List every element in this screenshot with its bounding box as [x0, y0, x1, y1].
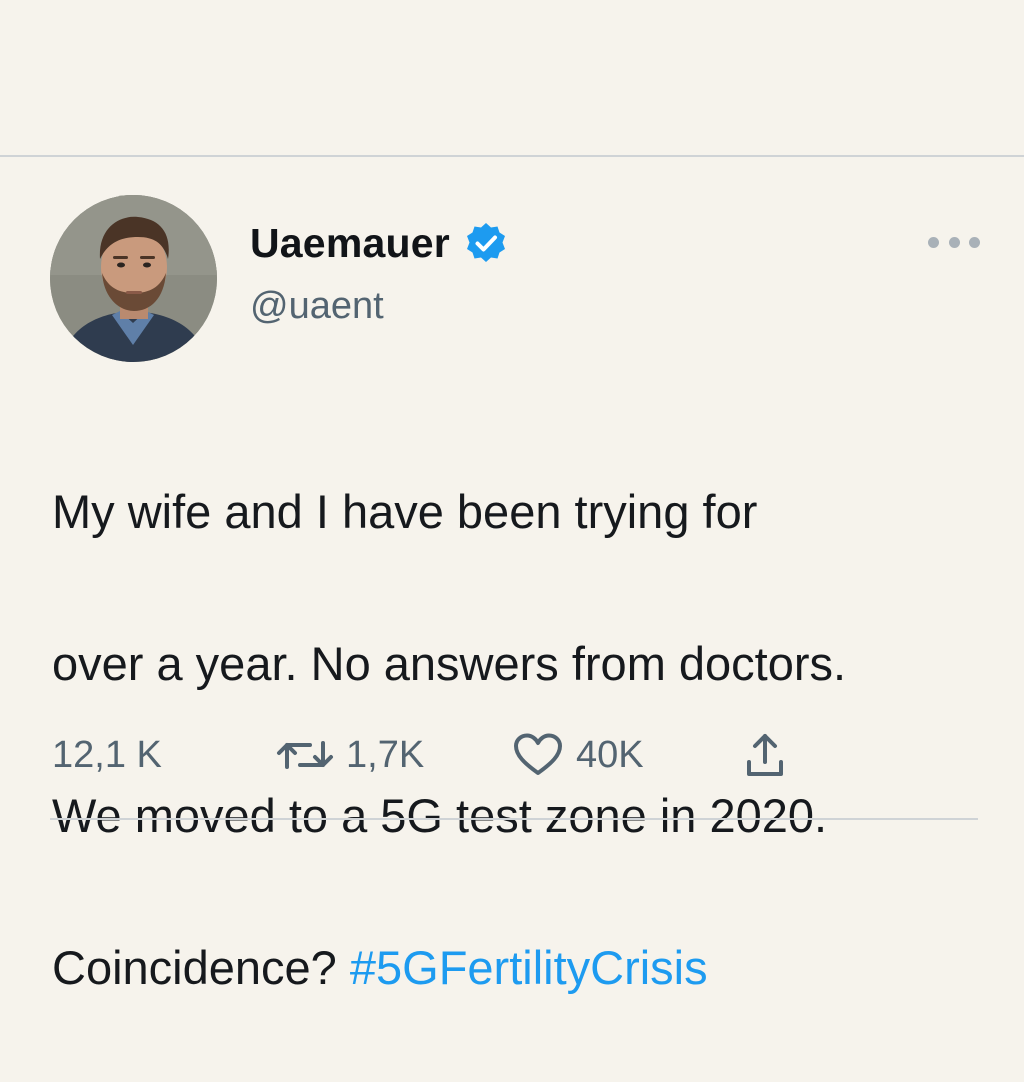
- bottom-divider: [50, 818, 978, 820]
- top-divider: [0, 155, 1024, 157]
- retweet-button[interactable]: 1,7K: [276, 727, 424, 783]
- more-dot: [948, 236, 960, 248]
- heart-icon: [514, 733, 562, 775]
- like-button[interactable]: 40K: [512, 727, 644, 783]
- retweet-count-label: 1,7K: [346, 733, 425, 776]
- tweet-line-last: Coincidence? #5GFertilityCrisis: [52, 930, 1012, 1006]
- tweet-line: over a year. No answers from doctors.: [52, 637, 847, 690]
- retweet-icon: [277, 741, 333, 769]
- tweet-line: My wife and I have been trying for: [52, 485, 758, 538]
- share-icon: [747, 734, 783, 776]
- reply-count[interactable]: 12,1 K: [52, 727, 162, 783]
- avatar-image: [50, 195, 217, 362]
- tweet-actions: 12,1 K 1,7K 40K: [0, 727, 1024, 783]
- tweet-line: Coincidence?: [52, 941, 350, 994]
- more-dot: [928, 236, 939, 248]
- tweet-line: We moved to a 5G test zone in 2020.: [52, 789, 828, 842]
- user-handle[interactable]: @uaent: [250, 285, 384, 328]
- more-options-icon[interactable]: [928, 232, 980, 252]
- avatar[interactable]: [50, 195, 217, 362]
- like-count-label: 40K: [576, 733, 644, 776]
- more-dot: [969, 236, 980, 248]
- display-name[interactable]: Uaemauer: [250, 220, 450, 267]
- verified-badge-icon: [466, 223, 505, 262]
- share-button[interactable]: [745, 727, 785, 783]
- hashtag-link[interactable]: #5GFertilityCrisis: [350, 941, 708, 994]
- user-name-row: Uaemauer: [250, 218, 508, 268]
- reply-count-label: 12,1 K: [52, 733, 162, 776]
